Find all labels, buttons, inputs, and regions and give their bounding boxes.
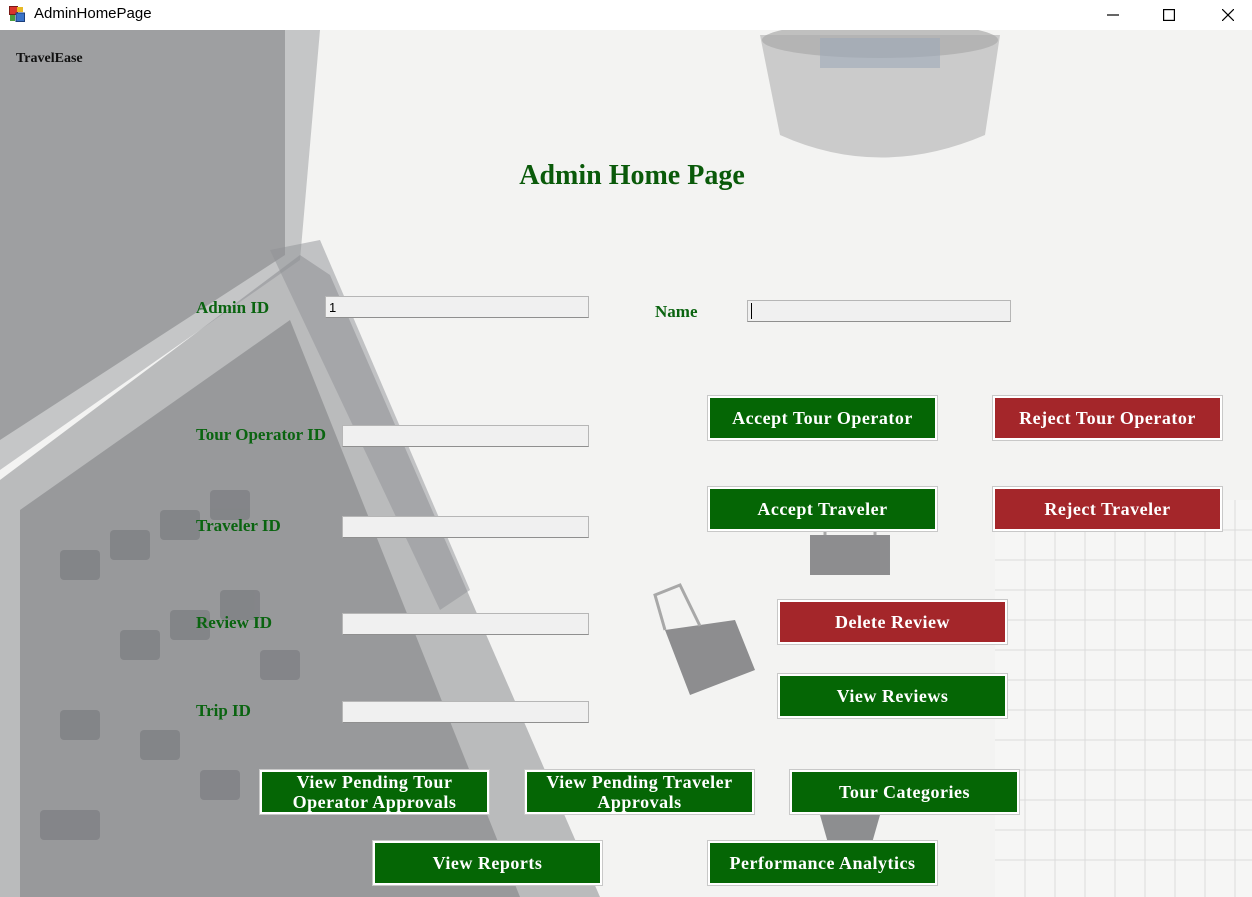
traveler-id-input[interactable] [342,516,589,538]
accept-traveler-button[interactable]: Accept Traveler [708,487,937,531]
admin-id-input[interactable] [325,296,589,318]
delete-review-button[interactable]: Delete Review [778,600,1007,644]
reject-tour-operator-button[interactable]: Reject Tour Operator [993,396,1222,440]
trip-id-input[interactable] [342,701,589,723]
text-cursor [751,303,752,319]
brand-label: TravelEase [16,51,83,66]
traveler-id-label: Traveler ID [196,516,281,535]
name-input[interactable] [747,300,1011,322]
admin-id-label: Admin ID [196,298,270,317]
tour-operator-id-label: Tour Operator ID [196,425,327,444]
view-pending-traveler-approvals-button[interactable]: View Pending Traveler Approvals [525,770,754,814]
tour-operator-id-input[interactable] [342,425,589,447]
review-id-input[interactable] [342,613,589,635]
maximize-icon [1163,9,1175,21]
tour-categories-button[interactable]: Tour Categories [790,770,1019,814]
page-title: Admin Home Page [519,160,745,191]
accept-tour-operator-button[interactable]: Accept Tour Operator [708,396,937,440]
review-id-label: Review ID [196,613,273,632]
view-reviews-button[interactable]: View Reviews [778,674,1007,718]
minimize-icon [1107,14,1119,16]
trip-id-label: Trip ID [196,701,251,720]
form-client-area: TravelEase Admin Home Page Admin ID Name… [0,30,1252,897]
name-label: Name [655,302,698,321]
view-reports-button[interactable]: View Reports [373,841,602,885]
reject-traveler-button[interactable]: Reject Traveler [993,487,1222,531]
close-icon [1222,9,1234,21]
performance-analytics-button[interactable]: Performance Analytics [708,841,937,885]
minimize-button[interactable] [1090,0,1136,30]
window-title: AdminHomePage [34,5,152,22]
maximize-button[interactable] [1146,0,1192,30]
close-button[interactable] [1205,0,1251,30]
window-title-bar: AdminHomePage [0,0,1252,30]
view-pending-tour-operator-approvals-button[interactable]: View Pending Tour Operator Approvals [260,770,489,814]
app-icon [9,6,25,22]
